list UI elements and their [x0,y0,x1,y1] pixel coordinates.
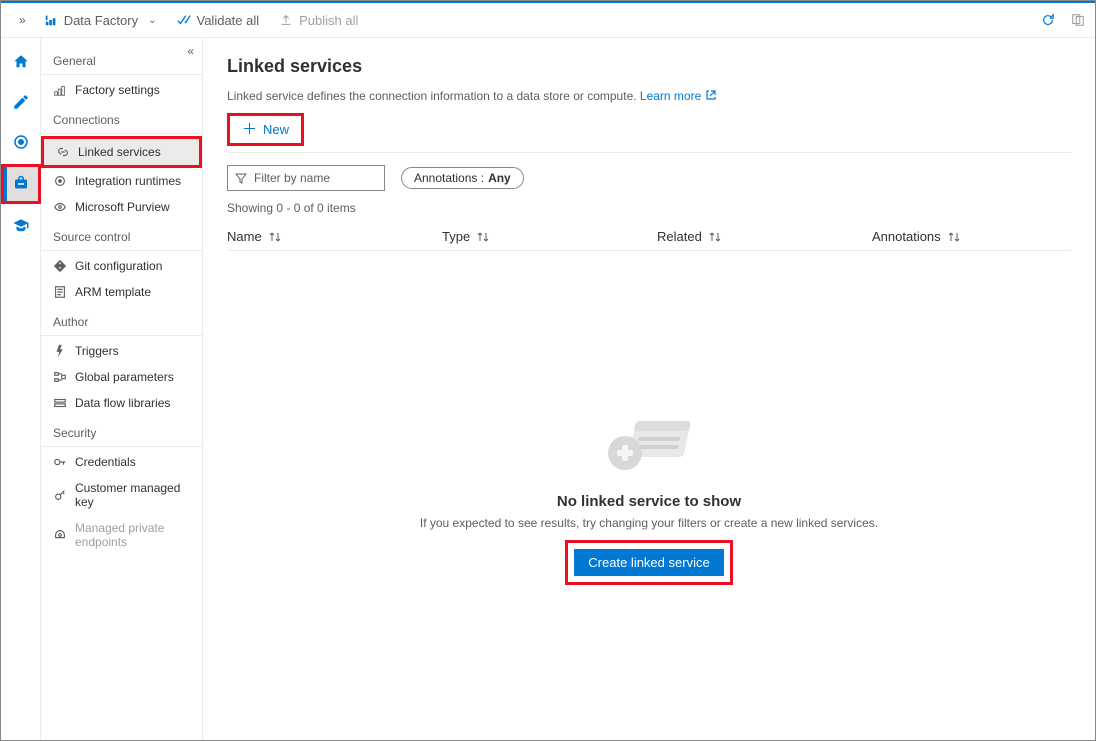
sidebar-label: Customer managed key [75,481,190,509]
sidebar-item-arm-template[interactable]: ARM template [41,279,202,305]
empty-desc: If you expected to see results, try chan… [420,516,878,530]
sidebar-label: Linked services [78,145,161,159]
sidebar-label: Triggers [75,344,119,358]
sidebar-item-git[interactable]: Git configuration [41,253,202,279]
col-name[interactable]: Name [227,229,442,244]
sidebar-item-global-parameters[interactable]: Global parameters [41,364,202,390]
sidebar-item-dataflow-libraries[interactable]: Data flow libraries [41,390,202,416]
empty-illustration [589,407,709,487]
new-linked-service-button[interactable]: ＋ New [230,116,301,143]
sidebar-item-factory-settings[interactable]: Factory settings [41,77,202,103]
main-content: Linked services Linked service defines t… [203,38,1095,740]
table-header: Name Type Related Annotations [227,223,1071,251]
col-related[interactable]: Related [657,229,872,244]
sidebar-item-linked-services[interactable]: Linked services [41,136,202,168]
runtime-icon [53,174,67,188]
link-icon [56,145,70,159]
group-general: General [41,44,202,75]
library-icon [53,396,67,410]
sort-icon [476,230,490,244]
publish-label: Publish all [299,13,358,28]
showing-count: Showing 0 - 0 of 0 items [227,201,1071,215]
sort-icon [708,230,722,244]
filter-by-name-input[interactable] [227,165,385,191]
key-icon [53,488,67,502]
page-title: Linked services [227,56,1071,77]
external-link-icon [705,89,717,101]
sidebar-item-cmk[interactable]: Customer managed key [41,475,202,515]
breadcrumb-label: Data Factory [64,13,138,28]
sidebar-label: Data flow libraries [75,396,170,410]
manage-sidebar: « General Factory settings Connections L… [41,38,203,740]
rail-monitor[interactable] [1,122,41,162]
left-icon-rail [1,38,41,740]
empty-state: No linked service to show If you expecte… [227,251,1071,740]
breadcrumb-data-factory[interactable]: Data Factory ⌄ [34,13,167,28]
upload-icon [279,13,293,27]
sidebar-label: Integration runtimes [75,174,181,188]
sidebar-label: Credentials [75,455,136,469]
annotations-value: Any [488,171,511,185]
plus-icon: ＋ [242,122,257,137]
purview-icon [53,200,67,214]
group-security: Security [41,416,202,447]
annotations-filter[interactable]: Annotations : Any [401,167,524,189]
filter-icon [235,172,247,184]
sidebar-item-managed-private-endpoints: Managed private endpoints [41,515,202,555]
top-toolbar: » Data Factory ⌄ Validate all Publish al… [1,3,1095,38]
sidebar-item-purview[interactable]: Microsoft Purview [41,194,202,220]
page-description: Linked service defines the connection in… [227,89,1071,103]
credentials-icon [53,455,67,469]
endpoint-icon [53,528,67,542]
sort-icon [268,230,282,244]
group-author: Author [41,305,202,336]
group-source-control: Source control [41,220,202,251]
publish-all-button: Publish all [269,13,368,28]
sidebar-label: Factory settings [75,83,160,97]
sidebar-item-integration-runtimes[interactable]: Integration runtimes [41,168,202,194]
learn-more-link[interactable]: Learn more [640,89,717,103]
refresh-icon[interactable] [1041,13,1055,27]
sort-icon [947,230,961,244]
group-connections: Connections [41,103,202,134]
col-type[interactable]: Type [442,229,657,244]
new-label: New [263,122,289,137]
rail-learn[interactable] [1,206,41,246]
validate-all-button[interactable]: Validate all [167,13,270,28]
sidebar-label: Managed private endpoints [75,521,190,549]
create-linked-service-button[interactable]: Create linked service [574,549,723,576]
sidebar-label: Global parameters [75,370,174,384]
sidebar-label: ARM template [75,285,151,299]
git-icon [53,259,67,273]
col-annotations[interactable]: Annotations [872,229,1071,244]
settings-icon [53,83,67,97]
rail-home[interactable] [1,42,41,82]
trigger-icon [53,344,67,358]
sidebar-label: Git configuration [75,259,162,273]
expand-left-icon[interactable]: » [11,9,34,31]
sidebar-item-triggers[interactable]: Triggers [41,338,202,364]
validate-label: Validate all [197,13,260,28]
arm-icon [53,285,67,299]
check-icon [177,13,191,27]
sidebar-label: Microsoft Purview [75,200,170,214]
collapse-sidebar-icon[interactable]: « [187,44,194,58]
empty-title: No linked service to show [557,493,741,510]
rail-author[interactable] [1,82,41,122]
chevron-down-icon: ⌄ [148,15,156,26]
feedback-icon[interactable] [1071,13,1085,27]
sidebar-item-credentials[interactable]: Credentials [41,449,202,475]
rail-manage[interactable] [1,164,41,204]
params-icon [53,370,67,384]
annotations-label: Annotations : [414,171,484,185]
factory-icon [44,13,58,27]
